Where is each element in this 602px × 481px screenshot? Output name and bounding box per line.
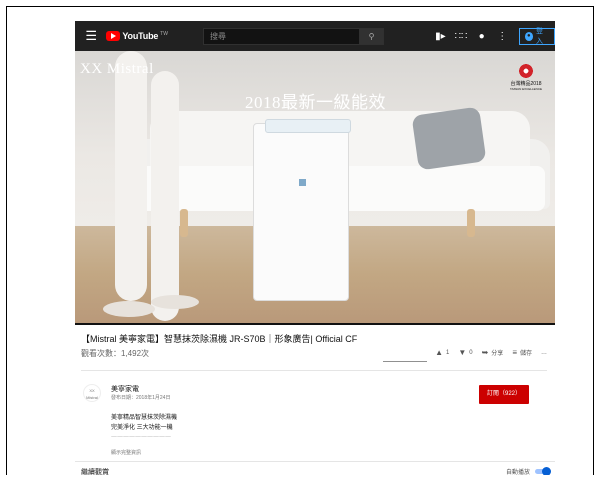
dehumidifier-badge	[299, 179, 306, 186]
share-icon: ➥	[481, 348, 489, 357]
logo-region: TW	[160, 30, 168, 37]
thumbs-down-icon: ▼	[458, 348, 467, 357]
divider	[81, 370, 547, 371]
more-actions-label: …	[541, 349, 547, 356]
play-logo-icon	[106, 31, 121, 41]
like-count: 1	[445, 349, 450, 356]
channel-name[interactable]: 美寧家電	[111, 384, 139, 394]
award-line1: 台灣精品2018	[510, 81, 542, 87]
slipper	[103, 301, 155, 317]
award-badge: 台灣精品2018 TAIWAN EXCELLENCE	[503, 63, 549, 91]
video-title: 【Mistral 美寧家電】智慧抹茨除濕機 JR-S70B｜形象廣告| Offi…	[81, 334, 358, 344]
autoplay-label: 自動播放	[505, 470, 530, 475]
save-button[interactable]: ≡ 儲存	[512, 348, 532, 357]
autoplay-toggle[interactable]	[535, 467, 551, 475]
sofa-leg	[467, 209, 475, 237]
screenshot-frame: ☰ YouTube TW 搜尋 ⚲ ▮▸ ∷∷ ● ⋮ ● 登入 ΧΧ Mist…	[6, 6, 594, 475]
dehumidifier-product	[253, 123, 349, 301]
create-video-icon[interactable]: ▮▸	[430, 31, 451, 42]
account-icon: ●	[524, 31, 533, 41]
channel-avatar[interactable]: ΧΧ Mistral	[83, 384, 101, 402]
share-button[interactable]: ➥ 分享	[482, 348, 504, 357]
video-actions: ▲ 1 ▼ 0 ➥ 分享 ≡ 儲存 …	[426, 348, 547, 357]
description: 美寧精品智慧抹茨除濕機 完美淨化 三大功能一機 一一一一一一一一一一	[111, 413, 177, 443]
view-count: 觀看次數：1,492次	[81, 349, 150, 358]
show-more-link[interactable]: 顯示完整資訊	[111, 449, 141, 456]
like-button[interactable]: ▲ 1	[435, 348, 449, 357]
dislike-button[interactable]: ▼ 0	[458, 348, 472, 357]
description-line: 一一一一一一一一一一	[111, 435, 172, 441]
up-next-label: 繼續觀賞	[81, 469, 109, 475]
brand-icon: ΧΧ	[80, 61, 107, 77]
youtube-watch-page: ☰ YouTube TW 搜尋 ⚲ ▮▸ ∷∷ ● ⋮ ● 登入 ΧΧ Mist…	[75, 21, 555, 475]
pillow	[411, 106, 487, 171]
apps-grid-icon[interactable]: ∷∷	[451, 31, 472, 42]
description-line: 美寧精品智慧抹茨除濕機	[111, 415, 178, 421]
sign-in-label: 登入	[536, 28, 543, 45]
award-line2: TAIWAN EXCELLENCE	[509, 87, 542, 91]
dehumidifier-lid	[265, 119, 351, 133]
video-headline: 2018最新一級能效	[245, 93, 386, 112]
award-flower-icon	[518, 63, 534, 79]
person-leg	[115, 51, 147, 301]
masthead: ☰ YouTube TW 搜尋 ⚲ ▮▸ ∷∷ ● ⋮ ● 登入	[75, 21, 555, 51]
avatar-icon: ΧΧ	[89, 388, 95, 393]
autoplay-control: 自動播放	[505, 467, 551, 475]
person-leg	[151, 71, 179, 321]
logo-text: YouTube	[122, 31, 159, 41]
sentiment-bar	[383, 361, 427, 362]
thumbs-up-icon: ▲	[435, 348, 443, 357]
divider	[75, 461, 555, 462]
subscribe-button[interactable]: 訂閱（922）	[479, 385, 529, 404]
brand-text: Mistral	[106, 61, 154, 77]
search-input[interactable]: 搜尋	[202, 27, 360, 45]
share-label: 分享	[491, 351, 504, 357]
sofa-leg	[180, 209, 188, 237]
description-line: 完美淨化 三大功能一機	[111, 425, 173, 431]
brand-mark: ΧΧ Mistral	[80, 61, 154, 78]
toggle-knob	[542, 467, 551, 475]
dislike-count: 0	[469, 349, 473, 356]
sign-in-button[interactable]: ● 登入	[518, 27, 555, 45]
avatar-text: Mistral	[86, 395, 98, 400]
hamburger-icon[interactable]: ☰	[82, 28, 100, 44]
video-bottom-edge	[75, 323, 555, 325]
more-vertical-icon[interactable]: ⋮	[492, 31, 513, 42]
publish-date: 發布日期：2018年1月24日	[111, 395, 171, 401]
messages-icon[interactable]: ●	[471, 31, 492, 42]
top-icons: ▮▸ ∷∷ ● ⋮ ● 登入	[430, 27, 555, 45]
slipper	[151, 295, 199, 309]
more-actions-button[interactable]: …	[541, 350, 547, 356]
save-label: 儲存	[519, 351, 532, 357]
playlist-add-icon: ≡	[512, 348, 517, 357]
youtube-logo[interactable]: YouTube TW	[106, 31, 168, 41]
video-player[interactable]: ΧΧ Mistral 2018最新一級能效 台灣精品2018 TAIWAN EX…	[75, 51, 555, 323]
search-button[interactable]: ⚲	[360, 27, 384, 45]
search-icon: ⚲	[368, 31, 375, 41]
